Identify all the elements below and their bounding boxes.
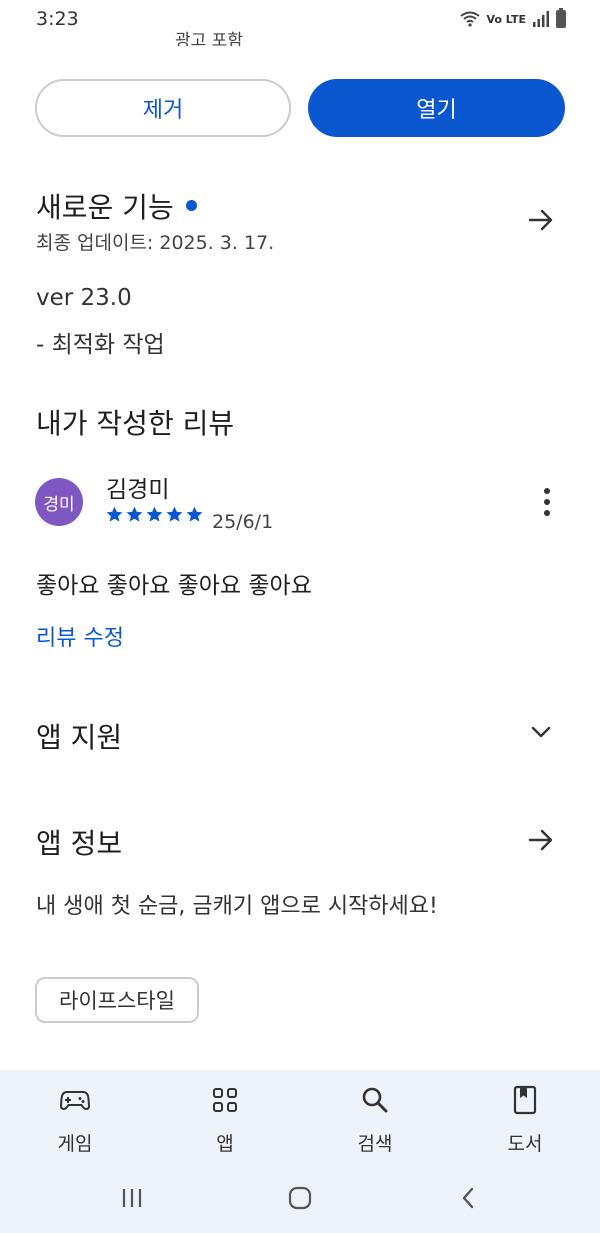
star-rating [105, 505, 204, 524]
reviewer-name: 김경미 [106, 477, 170, 503]
app-support-expand-button[interactable] [519, 710, 563, 754]
whats-new-title: 새로운 기능 [36, 191, 174, 224]
gamepad-icon [60, 1091, 90, 1110]
new-indicator-dot [185, 199, 197, 211]
app-info-arrow-button[interactable] [519, 818, 563, 862]
recent-apps-button[interactable] [110, 1182, 154, 1214]
last-updated-date: 최종 업데이트: 2025. 3. 17. [36, 232, 275, 254]
nav-item-books[interactable]: 도서 [475, 1080, 575, 1170]
app-info-heading[interactable]: 앱 정보 [36, 822, 122, 862]
book-icon [513, 1085, 537, 1115]
nav-item-search[interactable]: 검색 [325, 1080, 425, 1170]
recent-apps-icon [122, 1189, 142, 1207]
review-date: 25/6/1 [212, 511, 274, 533]
nav-label-apps: 앱 [216, 1133, 234, 1155]
arrow-right-icon [528, 829, 553, 851]
category-chip[interactable]: 라이프스타일 [35, 977, 199, 1023]
review-more-options-button[interactable] [530, 484, 564, 520]
home-icon [288, 1186, 312, 1210]
apps-grid-icon [213, 1088, 237, 1112]
more-vert-icon-dot [544, 499, 550, 505]
star-icon [126, 506, 143, 522]
app-description: 내 생애 첫 순금, 금캐기 앱으로 시작하세요! [36, 894, 438, 919]
avatar: 경미 [35, 478, 83, 526]
app-support-heading[interactable]: 앱 지원 [36, 716, 122, 756]
status-icons: Vo LTE [460, 8, 566, 30]
nav-label-books: 도서 [507, 1133, 543, 1155]
signal-icon [533, 11, 549, 27]
nav-label-games: 게임 [57, 1133, 93, 1155]
whats-new-heading[interactable]: 새로운 기능 [36, 186, 197, 226]
uninstall-button[interactable]: 제거 [35, 79, 291, 137]
status-time: 3:23 [36, 8, 79, 30]
nav-label-search: 검색 [357, 1133, 393, 1155]
whats-new-arrow-button[interactable] [519, 198, 563, 242]
wifi-icon [460, 11, 481, 27]
back-button[interactable] [446, 1182, 490, 1214]
version-text: ver 23.0 [36, 285, 132, 311]
edit-review-link[interactable]: 리뷰 수정 [36, 620, 124, 652]
review-text: 좋아요 좋아요 좋아요 좋아요 [36, 573, 312, 599]
open-button[interactable]: 열기 [308, 79, 565, 137]
nav-item-apps[interactable]: 앱 [175, 1080, 275, 1170]
ads-notice: 광고 포함 [175, 31, 243, 46]
chevron-down-icon [531, 726, 551, 738]
battery-icon [556, 8, 566, 28]
network-type-label: Vo LTE [486, 12, 526, 26]
system-navigation-bar [0, 1170, 600, 1233]
home-button[interactable] [278, 1182, 322, 1214]
star-icon [186, 506, 203, 522]
my-review-heading: 내가 작성한 리뷰 [36, 407, 235, 440]
nav-item-games[interactable]: 게임 [25, 1080, 125, 1170]
star-icon [166, 506, 183, 522]
more-vert-icon-dot [544, 510, 550, 516]
search-icon [362, 1087, 388, 1113]
status-bar: 3:23 Vo LTE [0, 0, 600, 40]
release-notes: - 최적화 작업 [36, 332, 165, 358]
more-vert-icon-dot [544, 488, 550, 494]
star-icon [106, 506, 123, 522]
star-icon [146, 506, 163, 522]
arrow-right-icon [528, 209, 553, 231]
back-icon [462, 1187, 474, 1209]
